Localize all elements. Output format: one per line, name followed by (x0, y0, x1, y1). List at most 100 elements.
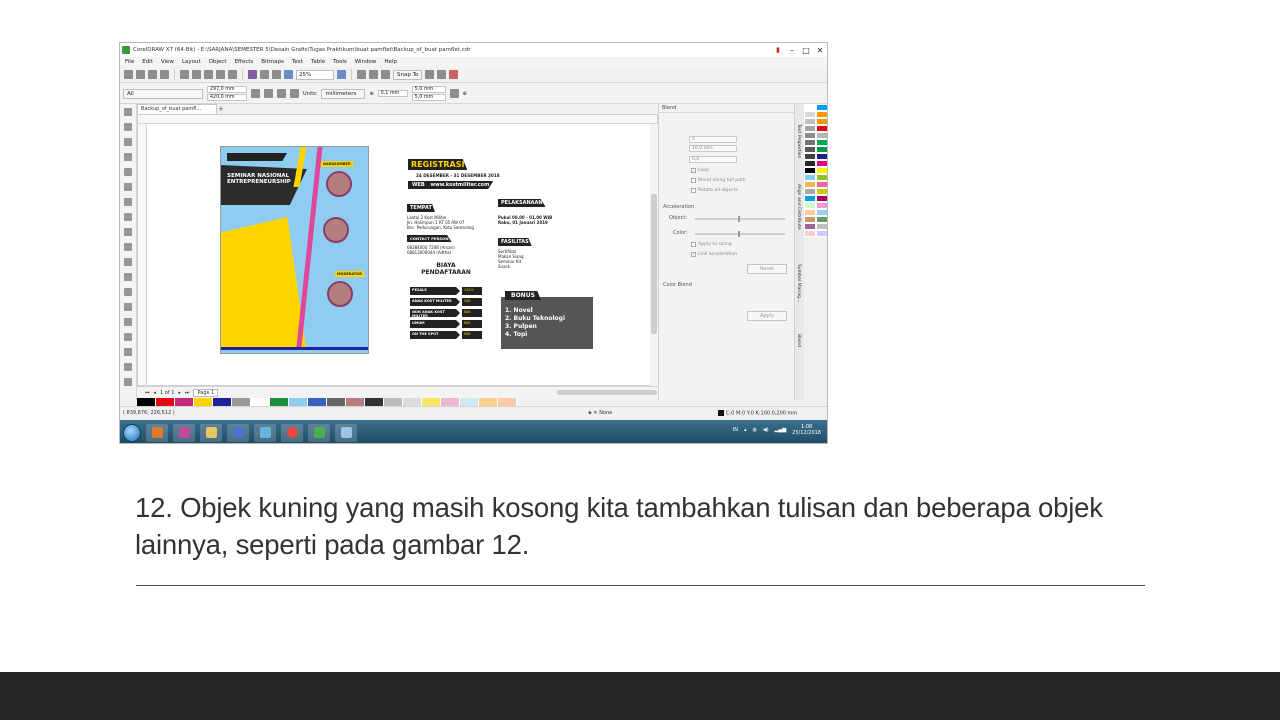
palette-swatch[interactable] (804, 188, 816, 195)
tab-blend[interactable]: Blend (796, 334, 801, 347)
palette-swatch[interactable] (816, 153, 827, 160)
swatch[interactable] (422, 398, 441, 406)
palette-swatch[interactable] (804, 167, 816, 174)
open-icon[interactable] (136, 70, 145, 79)
swatch[interactable] (137, 398, 156, 406)
web-bar[interactable]: WEB www.kostmiliter.com (408, 181, 494, 189)
menu-view[interactable]: View (161, 59, 174, 65)
menu-effects[interactable]: Effects (235, 59, 254, 65)
contact-text[interactable]: 08384000 7208 (Arsan) 08813000044 (Adtha… (407, 245, 455, 255)
swatch[interactable] (384, 398, 403, 406)
palette-swatch[interactable] (804, 146, 816, 153)
palette-swatch[interactable] (816, 118, 827, 125)
pelaksanaan-label[interactable]: PELAKSANAAN (498, 199, 546, 207)
swatch[interactable] (460, 398, 479, 406)
menu-help[interactable]: Help (384, 59, 397, 65)
horizontal-scroll-thumb[interactable] (557, 390, 657, 395)
biaya-pendaftaran-title[interactable]: BIAYA PENDAFTARAN (416, 262, 476, 276)
price-row[interactable]: ON THE SPOT 80K (410, 331, 482, 339)
palette-swatch[interactable] (804, 118, 816, 125)
yellow-shape[interactable] (221, 217, 306, 347)
palette-swatch[interactable] (816, 125, 827, 132)
full-screen-preview-icon[interactable] (337, 70, 346, 79)
print-icon[interactable] (160, 70, 169, 79)
close-button[interactable]: ✕ (813, 46, 827, 55)
artistic-media-tool-icon[interactable] (124, 183, 132, 191)
coreldraw-taskbar-icon[interactable] (254, 423, 276, 442)
undo-icon[interactable] (216, 70, 225, 79)
cut-icon[interactable] (180, 70, 189, 79)
rectangle-tool-icon[interactable] (124, 198, 132, 206)
palette-swatch[interactable] (804, 230, 816, 237)
tray-arrow-icon[interactable]: ▴ (744, 427, 747, 433)
palette-swatch[interactable] (816, 146, 827, 153)
welcome-screen-icon[interactable] (425, 70, 435, 79)
pelaksanaan-text[interactable]: Pukul 08.00 - 01.00 WIB Rabu, 01 Januari… (498, 215, 552, 225)
bonus-box[interactable]: BONUS 1. Novel 2. Buku Teknologi 3. Pulp… (501, 291, 593, 349)
fasilitas-text[interactable]: Sertifikat Makan Siang Seminar Kit Snack (498, 249, 524, 269)
apply-button[interactable]: Apply (747, 311, 787, 321)
current-page-icon[interactable] (290, 89, 299, 98)
transparency-tool-icon[interactable] (124, 303, 132, 311)
drop-shadow-tool-icon[interactable] (124, 288, 132, 296)
portrait-icon[interactable] (251, 89, 260, 98)
vertical-scroll-thumb[interactable] (651, 194, 657, 334)
network-icon[interactable]: ◍ (752, 427, 756, 433)
publish-pdf-icon[interactable] (284, 70, 293, 79)
tab-text-properties[interactable]: Text Properties (796, 124, 801, 158)
drawing-canvas[interactable]: SEMINAR NASIONAL ENTREPRENEURSHIP NARASU… (137, 114, 658, 386)
palette-swatch[interactable] (816, 188, 827, 195)
palette-swatch[interactable] (804, 153, 816, 160)
price-row[interactable]: NON ANAK KOST MILITER 80K (410, 309, 482, 317)
palette-swatch[interactable] (804, 111, 816, 118)
menu-object[interactable]: Object (209, 59, 227, 65)
save-icon[interactable] (148, 70, 157, 79)
swatch[interactable] (251, 398, 270, 406)
palette-swatch[interactable] (804, 223, 816, 230)
link-acceleration-checkbox[interactable]: ✓ Link acceleration (691, 252, 737, 257)
signal-icon[interactable]: ▂▄▆ (775, 427, 787, 433)
zoom-tool-icon[interactable] (124, 153, 132, 161)
menu-table[interactable]: Table (311, 59, 325, 65)
blend-steps-field[interactable]: 4 (689, 136, 737, 143)
show-guidelines-icon[interactable] (381, 70, 390, 79)
edit-object-icon[interactable] (449, 89, 459, 98)
paste-icon[interactable] (204, 70, 213, 79)
minimize-button[interactable]: – (785, 46, 799, 55)
last-page-icon[interactable]: ⏭ (185, 390, 190, 396)
add-tool-icon[interactable] (124, 378, 132, 386)
redo-icon[interactable] (228, 70, 237, 79)
chrome-icon[interactable] (281, 423, 303, 442)
nudge-field[interactable]: 0,1 mm (377, 90, 408, 97)
text-tool-icon[interactable] (124, 243, 132, 251)
contact-label[interactable]: CONTACT PERSON (407, 235, 452, 242)
search-content-icon[interactable] (248, 70, 257, 79)
menu-bitmaps[interactable]: Bitmaps (261, 59, 284, 65)
price-row[interactable]: ANAK KOST MILITER 50K (410, 298, 482, 306)
shape-tool-icon[interactable] (124, 123, 132, 131)
swatch[interactable] (346, 398, 365, 406)
palette-swatch[interactable] (804, 104, 816, 111)
palette-swatch[interactable] (804, 174, 816, 181)
palette-swatch[interactable] (804, 132, 816, 139)
swatch[interactable] (327, 398, 346, 406)
preset-dropdown[interactable]: All (123, 88, 203, 99)
swatch[interactable] (194, 398, 213, 406)
eyedropper-tool-icon[interactable] (124, 318, 132, 326)
new-tab-icon[interactable]: + (218, 105, 224, 113)
freehand-tool-icon[interactable] (124, 168, 132, 176)
paint-icon[interactable] (173, 423, 195, 442)
palette-swatch[interactable] (816, 139, 827, 146)
options-icon[interactable] (449, 70, 459, 79)
menu-layout[interactable]: Layout (182, 59, 201, 65)
start-button[interactable] (123, 423, 141, 442)
clock[interactable]: 1:08 25/12/2018 (792, 424, 821, 436)
palette-swatch[interactable] (816, 223, 827, 230)
first-page-icon[interactable]: ⏮ (145, 390, 150, 396)
tempat-text[interactable]: Lantai 2 Kost Militer Jln. Halimpuri 1 R… (407, 215, 474, 230)
menu-text[interactable]: Text (292, 59, 303, 65)
palette-swatch[interactable] (804, 202, 816, 209)
blend-rotation-field[interactable]: 0,0 (689, 156, 737, 163)
swatch[interactable] (270, 398, 289, 406)
color-acceleration-slider[interactable] (695, 231, 785, 237)
